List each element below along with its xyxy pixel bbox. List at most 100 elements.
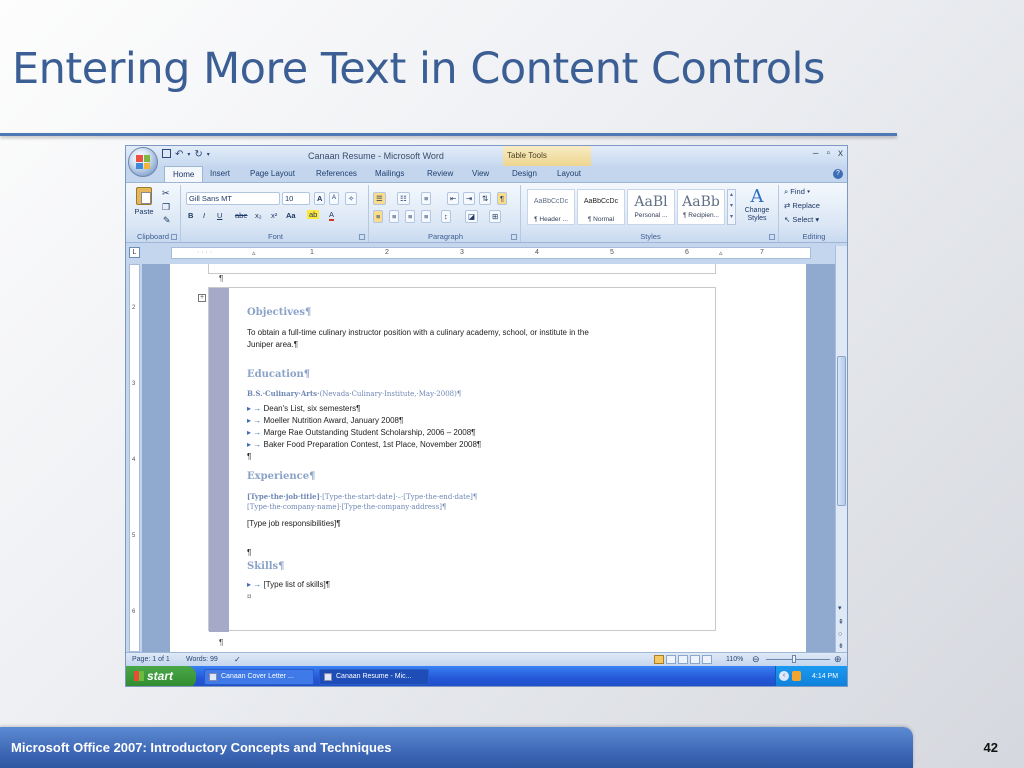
subscript-button[interactable]: x₂ [255, 211, 262, 220]
tab-review[interactable]: Review [419, 168, 461, 179]
paste-icon [136, 187, 152, 205]
restore-button[interactable]: ▫ [826, 148, 830, 159]
word-window: ↶ ▾ ↻ ▾ Canaan Resume - Microsoft Word T… [125, 145, 848, 687]
horizontal-ruler[interactable]: · · · · ▵ 1 2 3 4 5 6 ▵ 7 [171, 247, 811, 259]
font-launcher-icon[interactable] [359, 234, 365, 240]
cut-icon[interactable]: ✂ [162, 188, 170, 199]
numbering-icon[interactable]: ☷ [397, 192, 410, 205]
undo-icon[interactable]: ↶ [175, 149, 183, 160]
style-personal[interactable]: AaBl Personal ... [627, 189, 675, 225]
select-button[interactable]: ↖ Select ▾ [784, 215, 819, 224]
scroll-down-icon[interactable]: ▾ [838, 604, 842, 612]
customize-qat-icon[interactable]: ▾ [207, 151, 210, 160]
clear-formatting-icon[interactable]: ✧ [345, 192, 358, 205]
show-hide-icon[interactable]: ¶ [497, 192, 508, 205]
tab-mailings[interactable]: Mailings [367, 168, 412, 179]
change-styles-button[interactable]: A Change Styles [739, 187, 775, 223]
font-color-icon[interactable]: A [329, 210, 335, 221]
scroll-thumb[interactable] [837, 356, 846, 506]
decrease-indent-icon[interactable]: ⇤ [447, 192, 460, 205]
save-icon[interactable] [162, 149, 171, 158]
italic-button[interactable]: I [203, 211, 205, 220]
taskbar-item-resume[interactable]: Canaan Resume - Mic... [319, 669, 429, 685]
strikethrough-button[interactable]: abe [235, 211, 248, 220]
tab-view[interactable]: View [464, 168, 497, 179]
grow-font-button[interactable]: A [314, 192, 326, 205]
tray-app-icon[interactable] [792, 671, 801, 681]
start-button[interactable]: start [126, 666, 196, 686]
tab-selector-button[interactable]: L [129, 247, 140, 258]
print-layout-icon[interactable] [654, 655, 664, 664]
table-move-handle-icon[interactable]: + [198, 294, 206, 302]
tab-design[interactable]: Design [504, 168, 545, 179]
sort-icon[interactable]: ⇅ [479, 192, 492, 205]
center-icon[interactable]: ≡ [389, 210, 400, 223]
align-right-icon[interactable]: ≡ [405, 210, 416, 223]
next-page-icon[interactable]: ⇟ [838, 642, 844, 650]
tab-references[interactable]: References [308, 168, 365, 179]
bullets-icon[interactable]: ☰ [373, 192, 386, 205]
proofing-icon[interactable]: ✓ [234, 655, 241, 664]
close-button[interactable]: x [838, 148, 843, 159]
draft-icon[interactable] [702, 655, 712, 664]
redo-icon[interactable]: ↻ [194, 149, 202, 160]
bold-button[interactable]: B [188, 211, 193, 220]
increase-indent-icon[interactable]: ⇥ [463, 192, 476, 205]
line-spacing-icon[interactable]: ↕ [441, 210, 451, 223]
zoom-level[interactable]: 110% [726, 656, 743, 663]
responsibilities-control[interactable]: [Type job responsibilities]¶ [247, 519, 341, 528]
replace-button[interactable]: ⇄ Replace [784, 201, 820, 210]
multilevel-list-icon[interactable]: ≡ [421, 192, 432, 205]
previous-page-icon[interactable]: ⇞ [838, 618, 844, 626]
font-name-select[interactable]: Gill Sans MT [186, 192, 280, 205]
word-count[interactable]: Words: 99 [186, 656, 218, 663]
change-case-button[interactable]: Aa [286, 211, 296, 220]
job-title-control[interactable]: [Type·the·job·title] [247, 492, 320, 501]
job-dates-control[interactable]: ·[Type·the·start·date]·–·[Type·the·end·d… [320, 493, 477, 501]
underline-button[interactable]: U [217, 211, 222, 220]
web-layout-icon[interactable] [678, 655, 688, 664]
highlight-icon[interactable]: ab [307, 210, 320, 219]
tab-layout[interactable]: Layout [549, 168, 589, 179]
outline-icon[interactable] [690, 655, 700, 664]
vertical-scrollbar[interactable]: ▾ ⇞ ○ ⇟ [835, 246, 847, 652]
style-recipient[interactable]: AaBb ¶ Recipien... [677, 189, 725, 225]
paragraph-launcher-icon[interactable] [511, 234, 517, 240]
tab-insert[interactable]: Insert [202, 168, 238, 179]
skills-control[interactable]: [Type list of skills]¶ [263, 580, 330, 589]
font-size-select[interactable]: 10 [282, 192, 310, 205]
document-page[interactable]: ¶ + Objectives¶ To obtain a full-time cu… [170, 264, 806, 652]
taskbar-item-cover-letter[interactable]: Canaan Cover Letter ... [204, 669, 314, 685]
styles-launcher-icon[interactable] [769, 234, 775, 240]
zoom-slider[interactable] [766, 659, 830, 660]
undo-dropdown-icon[interactable]: ▾ [187, 151, 190, 160]
borders-icon[interactable]: ⊞ [489, 210, 502, 223]
style-normal[interactable]: AaBbCcDc ¶ Normal [577, 189, 625, 225]
vertical-ruler[interactable]: 2 3 4 5 6 [129, 264, 140, 652]
tab-home[interactable]: Home [164, 166, 204, 182]
minimize-button[interactable]: – [813, 148, 819, 159]
full-screen-icon[interactable] [666, 655, 676, 664]
copy-icon[interactable]: ❐ [162, 202, 170, 213]
page-indicator[interactable]: Page: 1 of 1 [132, 656, 170, 663]
style-header[interactable]: AaBbCcDc ¶ Header ... [527, 189, 575, 225]
align-left-icon[interactable]: ≡ [373, 210, 384, 223]
company-control[interactable]: [Type·the·company·name]·[Type·the·compan… [247, 503, 446, 511]
help-icon[interactable]: ? [833, 169, 843, 179]
tab-page-layout[interactable]: Page Layout [242, 168, 303, 179]
superscript-button[interactable]: x² [271, 211, 277, 220]
zoom-out-icon[interactable]: ⊖ [752, 654, 760, 665]
zoom-in-icon[interactable]: ⊕ [834, 654, 842, 665]
shrink-font-button[interactable]: A [329, 192, 340, 205]
find-button[interactable]: ⌕ Find ▾ [784, 187, 810, 197]
select-browse-object-icon[interactable]: ○ [838, 631, 842, 638]
tray-expand-icon[interactable]: ‹ [779, 671, 789, 681]
shading-icon[interactable]: ◪ [465, 210, 479, 223]
paste-button[interactable]: Paste [132, 187, 156, 223]
format-painter-icon[interactable]: ✎ [163, 215, 171, 226]
styles-scroll[interactable]: ▴ ▾ ▾ [727, 189, 736, 225]
zoom-slider-thumb[interactable] [792, 655, 796, 663]
office-button[interactable] [128, 147, 158, 177]
clipboard-launcher-icon[interactable] [171, 234, 177, 240]
justify-icon[interactable]: ≡ [421, 210, 432, 223]
